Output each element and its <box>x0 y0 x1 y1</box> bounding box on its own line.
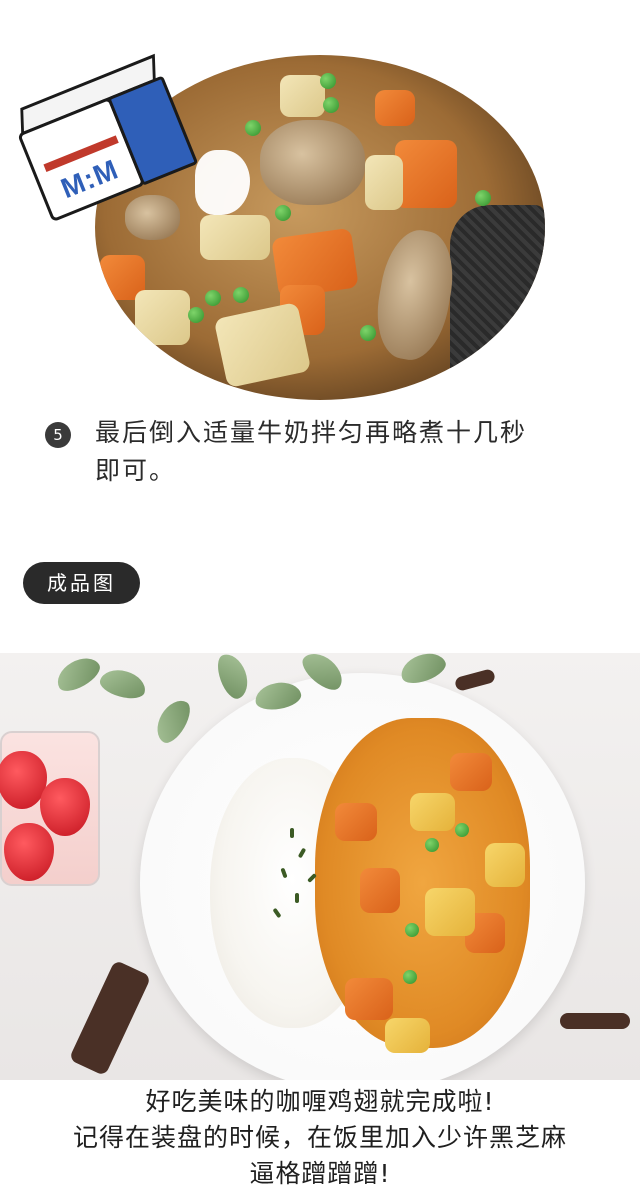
leaf <box>150 694 196 748</box>
black-sesame-garnish <box>290 828 294 838</box>
potato-chunk <box>485 843 525 887</box>
chicken-wing <box>369 224 461 366</box>
potato-chunk <box>280 75 325 117</box>
potato-chunk <box>135 290 190 345</box>
carrot-chunk <box>450 753 492 791</box>
pea <box>320 73 336 89</box>
pan-handle <box>450 205 545 385</box>
carrot-chunk <box>345 978 393 1020</box>
black-sesame-garnish <box>295 893 299 903</box>
potato-chunk <box>213 301 312 389</box>
chicken-wing <box>260 120 365 205</box>
potato-chunk <box>365 155 403 210</box>
final-dish-photo <box>0 653 640 1080</box>
pea <box>205 290 221 306</box>
potato-chunk <box>385 1018 430 1053</box>
step-instruction-line2: 即可。 <box>95 456 177 485</box>
step-instruction-line1: 最后倒入适量牛奶拌匀再略煮十几秒 <box>95 418 528 447</box>
leaf <box>212 653 254 703</box>
curry <box>315 718 530 1053</box>
tablecloth-pattern <box>453 668 497 692</box>
potato-chunk <box>410 793 455 831</box>
strawberry <box>40 778 90 836</box>
carrot-chunk <box>375 90 415 126</box>
caption-line2: 记得在装盘的时候，在饭里加入少许黑芝麻 <box>72 1123 567 1152</box>
pea <box>475 190 491 206</box>
tablecloth-pattern <box>560 1013 630 1029</box>
step-instruction: 最后倒入适量牛奶拌匀再略煮十几秒 即可。 <box>95 414 595 490</box>
tablecloth-pattern <box>68 959 152 1077</box>
pea <box>405 923 419 937</box>
pea <box>360 325 376 341</box>
potato-chunk <box>425 888 475 936</box>
pea <box>323 97 339 113</box>
strawberry <box>4 823 54 881</box>
potato-chunk <box>200 215 270 260</box>
leaf <box>97 665 149 703</box>
pea <box>188 307 204 323</box>
pea <box>275 205 291 221</box>
carrot-chunk <box>335 803 377 841</box>
pea <box>455 823 469 837</box>
carrot-chunk <box>360 868 400 913</box>
step-number-badge: 5 <box>45 422 71 448</box>
caption-line1: 好吃美味的咖喱鸡翅就完成啦! <box>145 1087 495 1116</box>
glass-cup <box>0 731 100 886</box>
pea <box>403 970 417 984</box>
leaf <box>51 653 105 697</box>
caption-line3: 逼格蹭蹭蹭! <box>249 1159 391 1188</box>
pea <box>245 120 261 136</box>
pea <box>233 287 249 303</box>
carrot-chunk <box>395 140 457 208</box>
section-tag-final-dish: 成品图 <box>23 562 140 604</box>
caption: 好吃美味的咖喱鸡翅就完成啦! 记得在装盘的时候，在饭里加入少许黑芝麻 逼格蹭蹭蹭… <box>0 1084 640 1192</box>
pea <box>425 838 439 852</box>
